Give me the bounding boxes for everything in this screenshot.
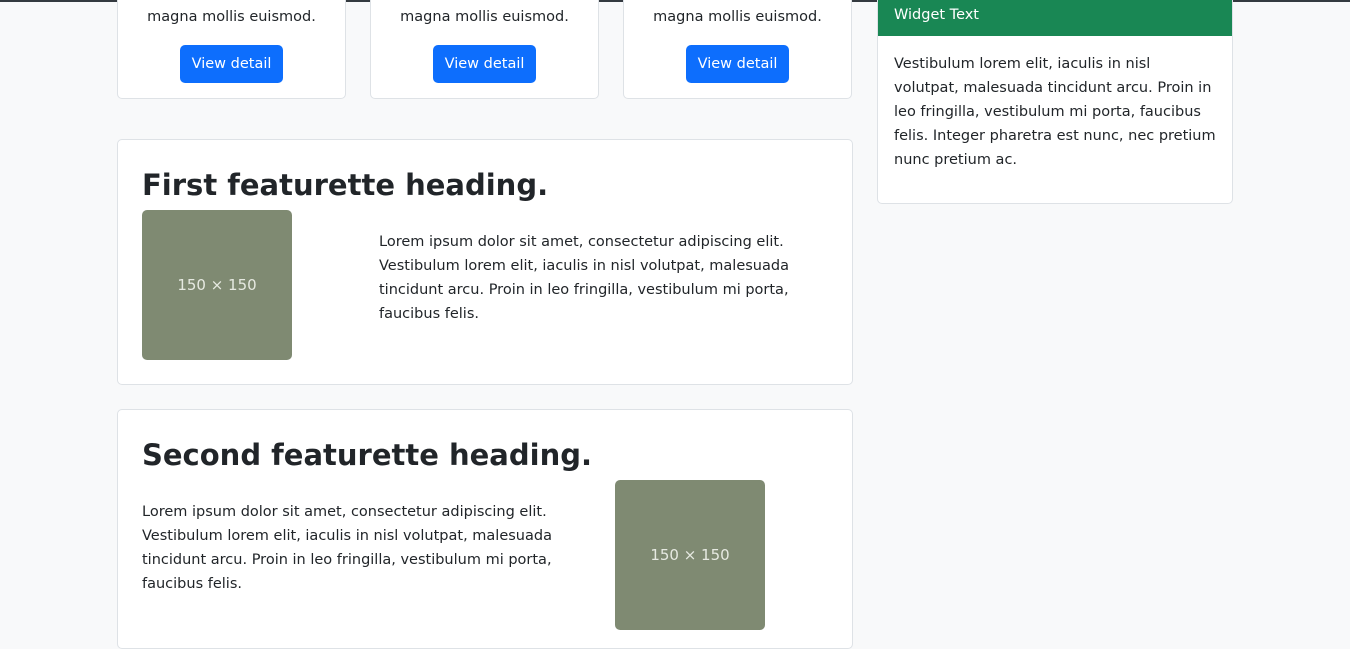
product-description: magna mollis euismod. [400,9,569,25]
widget-header: Widget Text [878,0,1232,36]
featurette-text: Lorem ipsum dolor sit amet, consectetur … [379,234,789,322]
image-size-label: 150 × 150 [650,546,730,564]
featurette-card-second: Second featurette heading. Lorem ipsum d… [117,409,853,649]
product-card: magna mollis euismod. View detail [117,0,346,99]
featurette-card-first: First featurette heading. 150 × 150 Lore… [117,139,853,385]
widget-body-text: Vestibulum lorem elit, iaculis in nisl v… [894,56,1216,168]
image-size-label: 150 × 150 [177,276,257,294]
featurette-heading: First featurette heading. [142,168,549,202]
featurette-image-placeholder: 150 × 150 [142,210,292,360]
widget-title: Widget Text [894,7,979,23]
product-description: magna mollis euismod. [653,9,822,25]
featurette-text: Lorem ipsum dolor sit amet, consectetur … [142,504,552,592]
featurette-image-placeholder: 150 × 150 [615,480,765,630]
view-detail-button[interactable]: View detail [433,45,536,83]
product-description: magna mollis euismod. [147,9,316,25]
featurette-heading: Second featurette heading. [142,438,592,472]
product-card: magna mollis euismod. View detail [370,0,599,99]
widget-card: Widget Text Vestibulum lorem elit, iacul… [877,0,1233,204]
view-detail-button[interactable]: View detail [686,45,789,83]
view-detail-button[interactable]: View detail [180,45,283,83]
product-card: magna mollis euismod. View detail [623,0,852,99]
